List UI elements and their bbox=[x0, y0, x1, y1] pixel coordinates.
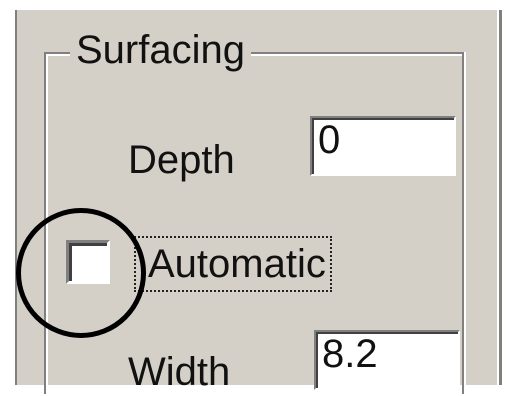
highlight-circle-annotation bbox=[16, 208, 146, 338]
automatic-label[interactable]: Automatic bbox=[148, 240, 326, 288]
width-input[interactable]: 8.2 bbox=[314, 330, 460, 390]
panel-left-edge bbox=[12, 10, 17, 385]
depth-input[interactable]: 0 bbox=[310, 116, 456, 176]
panel-right-edge bbox=[497, 10, 502, 385]
width-label: Width bbox=[128, 350, 231, 394]
groupbox-title: Surfacing bbox=[70, 26, 251, 74]
depth-label: Depth bbox=[128, 138, 235, 182]
